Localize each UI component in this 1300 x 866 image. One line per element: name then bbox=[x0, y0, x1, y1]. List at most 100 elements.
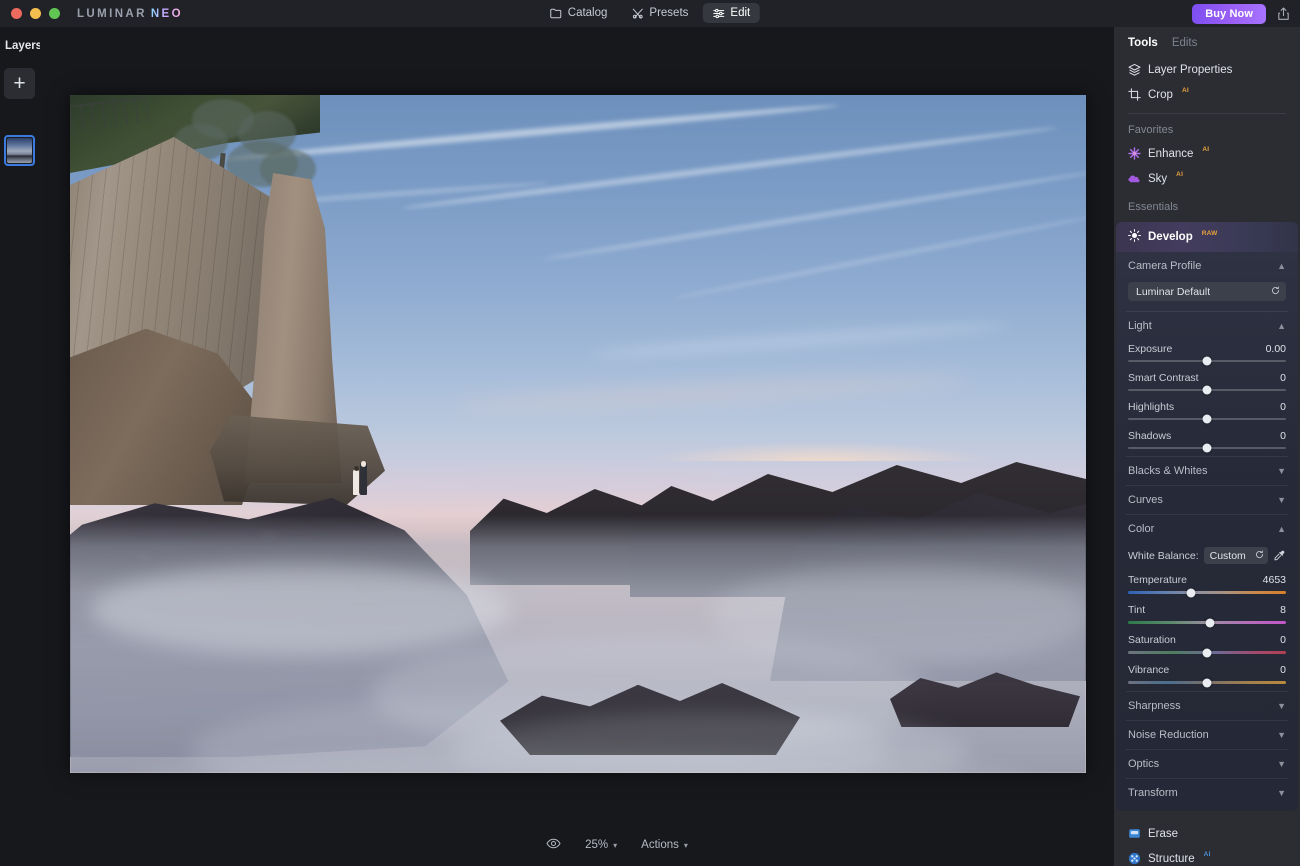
slider-track[interactable] bbox=[1128, 389, 1286, 391]
slider-tint-value: 8 bbox=[1280, 604, 1286, 616]
brand-secondary: NEO bbox=[151, 8, 183, 20]
section-optics-label: Optics bbox=[1128, 758, 1159, 770]
slider-smart-contrast-label: Smart Contrast bbox=[1128, 372, 1199, 384]
zoom-level-value: 25% bbox=[585, 839, 608, 851]
tool-crop[interactable]: Crop AI bbox=[1114, 82, 1300, 107]
slider-saturation[interactable]: Saturation 0 bbox=[1116, 631, 1298, 661]
section-optics[interactable]: Optics ▼ bbox=[1116, 750, 1298, 778]
slider-knob[interactable] bbox=[1206, 618, 1215, 627]
folder-icon bbox=[550, 8, 562, 19]
refresh-icon bbox=[1255, 550, 1264, 562]
section-camera-profile[interactable]: Camera Profile ▲ bbox=[1116, 252, 1298, 280]
bottom-tool-list: Erase Structure AI bbox=[1114, 811, 1300, 866]
nav-presets[interactable]: Presets bbox=[621, 3, 698, 23]
develop-label: Develop bbox=[1148, 231, 1193, 243]
section-camera-profile-label: Camera Profile bbox=[1128, 260, 1201, 272]
maximize-window-button[interactable] bbox=[49, 8, 60, 19]
slider-track[interactable] bbox=[1128, 621, 1286, 624]
slider-highlights-value: 0 bbox=[1280, 401, 1286, 413]
sliders-icon bbox=[712, 8, 724, 19]
section-curves[interactable]: Curves ▼ bbox=[1116, 486, 1298, 514]
camera-profile-select[interactable]: Luminar Default bbox=[1128, 282, 1286, 301]
minimize-window-button[interactable] bbox=[30, 8, 41, 19]
window-controls[interactable] bbox=[0, 8, 60, 19]
section-noise-reduction[interactable]: Noise Reduction ▼ bbox=[1116, 721, 1298, 749]
tool-enhance[interactable]: Enhance AI bbox=[1114, 141, 1300, 166]
slider-knob[interactable] bbox=[1203, 678, 1212, 687]
slider-track[interactable] bbox=[1128, 681, 1286, 684]
tools-panel: Tools Edits Layer Properties Crop A bbox=[1114, 27, 1300, 866]
actions-label: Actions bbox=[641, 839, 679, 851]
section-transform[interactable]: Transform ▼ bbox=[1116, 779, 1298, 807]
tab-edits[interactable]: Edits bbox=[1172, 37, 1198, 49]
nav-catalog-label: Catalog bbox=[568, 7, 608, 19]
nav-catalog[interactable]: Catalog bbox=[540, 3, 618, 23]
slider-highlights[interactable]: Highlights 0 bbox=[1116, 398, 1298, 427]
slider-exposure-value: 0.00 bbox=[1266, 343, 1286, 355]
section-sharpness[interactable]: Sharpness ▼ bbox=[1116, 692, 1298, 720]
slider-temperature-label: Temperature bbox=[1128, 574, 1187, 586]
slider-shadows[interactable]: Shadows 0 bbox=[1116, 427, 1298, 456]
slider-track[interactable] bbox=[1128, 447, 1286, 449]
slider-smart-contrast[interactable]: Smart Contrast 0 bbox=[1116, 369, 1298, 398]
slider-exposure[interactable]: Exposure 0.00 bbox=[1116, 340, 1298, 369]
couple-subject bbox=[352, 461, 370, 495]
slider-knob[interactable] bbox=[1203, 444, 1212, 453]
tool-erase-label: Erase bbox=[1148, 828, 1178, 840]
slider-track[interactable] bbox=[1128, 360, 1286, 362]
refresh-icon bbox=[1271, 286, 1280, 298]
erase-icon bbox=[1128, 827, 1141, 840]
share-icon[interactable] bbox=[1277, 7, 1290, 21]
buy-now-button[interactable]: Buy Now bbox=[1192, 4, 1266, 24]
slider-vibrance-label: Vibrance bbox=[1128, 664, 1169, 676]
develop-header[interactable]: Develop RAW bbox=[1116, 222, 1298, 252]
add-layer-button[interactable]: + bbox=[4, 68, 35, 99]
photo-canvas[interactable] bbox=[70, 95, 1086, 773]
slider-temperature[interactable]: Temperature 4653 bbox=[1116, 571, 1298, 601]
slider-tint[interactable]: Tint 8 bbox=[1116, 601, 1298, 631]
section-curves-label: Curves bbox=[1128, 494, 1163, 506]
raw-badge: RAW bbox=[1202, 230, 1218, 237]
slider-knob[interactable] bbox=[1203, 357, 1212, 366]
develop-tool-panel: Develop RAW Camera Profile ▲ Luminar Def… bbox=[1116, 222, 1298, 811]
slider-knob[interactable] bbox=[1203, 386, 1212, 395]
slider-knob[interactable] bbox=[1203, 415, 1212, 424]
title-bar-right: Buy Now bbox=[1192, 4, 1290, 24]
slider-knob[interactable] bbox=[1203, 648, 1212, 657]
preview-toggle-button[interactable] bbox=[546, 838, 561, 852]
tool-enhance-label: Enhance bbox=[1148, 148, 1193, 160]
slider-shadows-label: Shadows bbox=[1128, 430, 1171, 442]
tool-crop-label: Crop bbox=[1148, 89, 1173, 101]
white-balance-select[interactable]: Custom bbox=[1204, 547, 1268, 564]
slider-temperature-value: 4653 bbox=[1263, 574, 1286, 586]
slider-saturation-label: Saturation bbox=[1128, 634, 1176, 646]
tab-tools[interactable]: Tools bbox=[1128, 37, 1158, 49]
close-window-button[interactable] bbox=[11, 8, 22, 19]
section-light[interactable]: Light ▲ bbox=[1116, 312, 1298, 340]
layer-thumbnail[interactable] bbox=[4, 135, 35, 166]
nav-edit[interactable]: Edit bbox=[702, 3, 760, 23]
layers-title: Layers bbox=[5, 40, 42, 52]
slider-track[interactable] bbox=[1128, 591, 1286, 594]
eyedropper-icon[interactable] bbox=[1273, 549, 1286, 562]
slider-knob[interactable] bbox=[1187, 588, 1196, 597]
slider-exposure-label: Exposure bbox=[1128, 343, 1172, 355]
zoom-level-dropdown[interactable]: 25% ▾ bbox=[585, 839, 617, 851]
chevron-down-icon: ▼ bbox=[1277, 496, 1286, 505]
brand-primary: LUMINAR bbox=[77, 8, 147, 20]
chevron-up-icon: ▲ bbox=[1277, 525, 1286, 534]
tool-layer-properties[interactable]: Layer Properties bbox=[1114, 57, 1300, 82]
slider-vibrance[interactable]: Vibrance 0 bbox=[1116, 661, 1298, 691]
section-blacks-whites[interactable]: Blacks & Whites ▼ bbox=[1116, 457, 1298, 485]
chevron-down-icon: ▾ bbox=[613, 841, 617, 850]
slider-track[interactable] bbox=[1128, 418, 1286, 420]
actions-dropdown[interactable]: Actions ▾ bbox=[641, 839, 688, 851]
canvas-area: 25% ▾ Actions ▾ bbox=[40, 27, 1114, 866]
tool-structure[interactable]: Structure AI bbox=[1114, 846, 1300, 866]
tool-layer-properties-label: Layer Properties bbox=[1148, 64, 1232, 76]
tool-erase[interactable]: Erase bbox=[1114, 821, 1300, 846]
layer-thumbnail-image bbox=[7, 138, 32, 163]
slider-track[interactable] bbox=[1128, 651, 1286, 654]
tool-sky[interactable]: Sky AI bbox=[1114, 166, 1300, 191]
section-color[interactable]: Color ▲ bbox=[1116, 515, 1298, 543]
